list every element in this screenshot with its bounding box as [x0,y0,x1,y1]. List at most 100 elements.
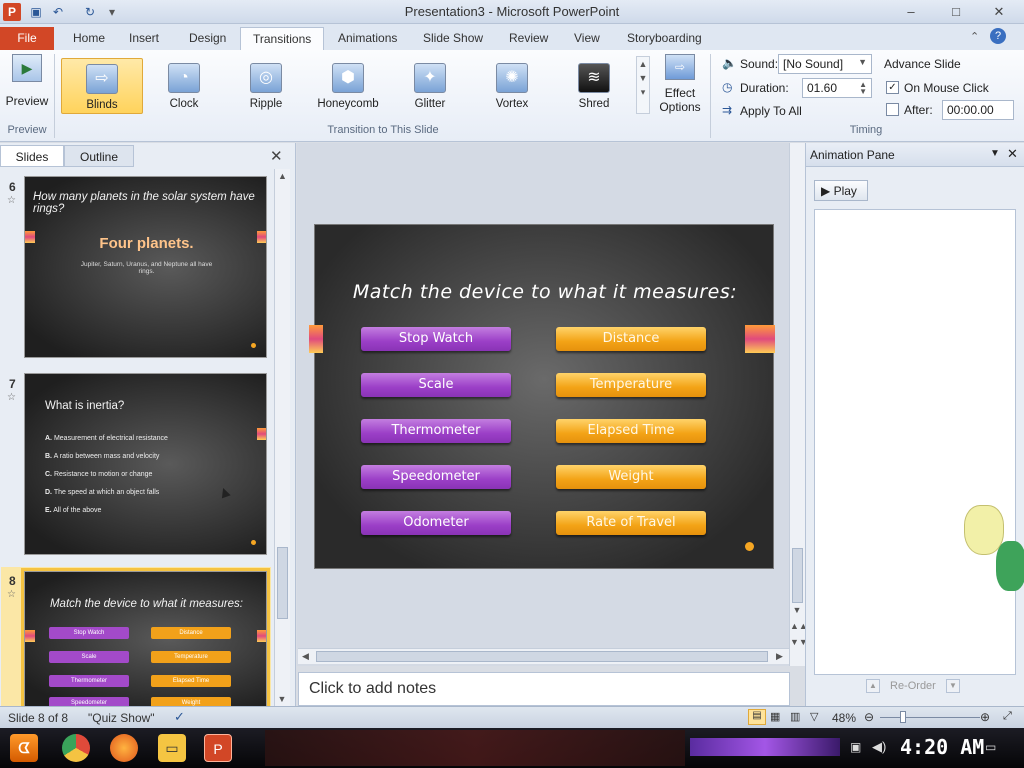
zoom-out-icon[interactable]: ⊖ [864,710,874,724]
close-pane-icon[interactable]: ✕ [1007,146,1018,162]
close-button[interactable]: ✕ [978,2,1020,22]
duration-icon: ◷ [722,80,733,94]
tab-review[interactable]: Review [497,27,560,50]
measure-elapsed-time[interactable]: Elapsed Time [556,419,706,443]
tab-slide-show[interactable]: Slide Show [411,27,495,50]
transition-vortex[interactable]: ✺ Vortex [471,58,553,114]
scroll-thumb[interactable] [316,651,768,662]
measure-rate-of-travel[interactable]: Rate of Travel [556,511,706,535]
close-pane-icon[interactable]: ✕ [270,147,283,165]
fit-to-window-icon[interactable]: ⤢ [1003,710,1012,723]
after-checkbox[interactable] [886,103,899,116]
minimize-button[interactable]: – [890,2,932,22]
effect-options-button[interactable]: ⇨ Effect Options [656,54,704,120]
animation-list[interactable] [814,209,1016,675]
transition-shred[interactable]: ≋ Shred [553,58,635,114]
device-odometer[interactable]: Odometer [361,511,511,535]
previous-slide-icon[interactable]: ▲▲ [790,621,808,631]
slide-thumbnail-6[interactable]: How many planets in the solar system hav… [24,176,267,358]
zoom-slider[interactable] [880,717,980,718]
zoom-level[interactable]: 48% [832,711,856,725]
transition-honeycomb[interactable]: ⬢ Honeycomb [307,58,389,114]
transition-ripple[interactable]: ◎ Ripple [225,58,307,114]
slide-thumbnail-8[interactable]: Match the device to what it measures: St… [21,568,270,710]
chrome-icon[interactable] [62,734,90,762]
scroll-left-icon[interactable]: ◀ [302,651,309,662]
measure-temperature[interactable]: Temperature [556,373,706,397]
tab-insert[interactable]: Insert [117,27,171,50]
tab-slides[interactable]: Slides [0,145,64,167]
thumb-pill: Distance [151,627,231,639]
minimize-ribbon-icon[interactable]: ⌃ [970,30,979,43]
preview-button[interactable]: ▶ Preview [4,54,50,114]
notes-placeholder: Click to add notes [309,680,437,697]
notes-area[interactable]: Click to add notes [298,672,790,706]
slide-thumbnail-7[interactable]: What is inertia? A. Measurement of elect… [24,373,267,555]
sound-select[interactable]: [No Sound] ▼ [778,54,872,74]
measure-distance[interactable]: Distance [556,327,706,351]
network-icon[interactable]: ▣ [850,740,861,754]
gallery-scroll[interactable]: ▲ ▼ ▾ [636,56,650,114]
transition-label: Shred [578,98,610,110]
scroll-up-icon[interactable]: ▲ [275,171,290,181]
slide-show-icon[interactable]: ▽ [810,710,818,723]
powerpoint-taskbar-icon[interactable]: P [204,734,232,762]
play-button[interactable]: ▶ Play [814,180,868,201]
play-icon: ▶ [821,184,831,198]
on-mouse-click-checkbox[interactable]: ✓ [886,81,899,94]
after-input[interactable]: 00:00.00 [942,100,1014,120]
editor-vertical-scrollbar[interactable]: ▼ ▲▲ ▼▼ [789,143,808,666]
tab-home[interactable]: Home [61,27,117,50]
file-explorer-icon[interactable]: ▭ [158,734,186,762]
tab-design[interactable]: Design [177,27,238,50]
transition-blinds[interactable]: ⇨ Blinds [61,58,143,114]
slide-sorter-icon[interactable]: ▦ [770,710,780,723]
sound-label: Sound: [740,57,779,71]
tab-file[interactable]: File [0,27,54,50]
scroll-thumb[interactable] [792,548,803,603]
apply-to-all-button[interactable]: Apply To All [740,104,802,118]
gallery-up-icon[interactable]: ▲ [637,59,649,69]
gallery-down-icon[interactable]: ▼ [637,73,649,83]
move-down-icon[interactable]: ▼ [946,679,960,693]
scroll-right-icon[interactable]: ▶ [776,651,783,662]
spellcheck-icon[interactable]: ✓ [174,709,185,725]
scroll-thumb[interactable] [277,547,288,619]
pane-options-icon[interactable]: ▼ [990,148,1000,159]
measure-weight[interactable]: Weight [556,465,706,489]
gallery-more-icon[interactable]: ▾ [637,87,649,98]
volume-icon[interactable]: ◀) [872,739,886,755]
transition-glitter[interactable]: ✦ Glitter [389,58,471,114]
maximize-button[interactable]: □ [935,2,977,22]
tab-storyboarding[interactable]: Storyboarding [615,27,714,50]
editor-horizontal-scrollbar[interactable]: ◀ ▶ [298,648,789,664]
tab-view[interactable]: View [562,27,612,50]
duration-input[interactable]: 01.60 ▲ ▼ [802,78,872,98]
normal-view-icon[interactable]: ▤ [748,709,766,725]
current-slide[interactable]: Match the device to what it measures: St… [309,224,775,569]
device-scale[interactable]: Scale [361,373,511,397]
firefox-icon[interactable] [110,734,138,762]
tab-transitions[interactable]: Transitions [240,27,325,50]
slide-title[interactable]: Match the device to what it measures: [315,281,775,303]
help-icon[interactable]: ? [990,28,1006,44]
slides-scrollbar[interactable]: ▲ ▼ [274,169,290,706]
start-button-icon[interactable]: ᗧ [10,734,38,762]
transition-clock[interactable]: ◔ Clock [143,58,225,114]
clock[interactable]: 4:20 AM [900,735,984,759]
scroll-down-icon[interactable]: ▼ [275,694,289,704]
spinner-icon[interactable]: ▲ ▼ [859,81,867,96]
device-stop-watch[interactable]: Stop Watch [361,327,511,351]
reading-view-icon[interactable]: ▥ [790,710,800,723]
device-speedometer[interactable]: Speedometer [361,465,511,489]
transition-star-icon: ☆ [7,392,16,403]
move-up-icon[interactable]: ▲ [866,679,880,693]
zoom-slider-thumb[interactable] [900,711,906,723]
notification-icon[interactable]: ▭ [985,740,996,754]
scroll-down-icon[interactable]: ▼ [790,605,804,615]
next-slide-icon[interactable]: ▼▼ [790,637,808,647]
tab-animations[interactable]: Animations [326,27,409,50]
tab-outline[interactable]: Outline [64,145,134,167]
device-thermometer[interactable]: Thermometer [361,419,511,443]
zoom-in-icon[interactable]: ⊕ [980,710,990,724]
